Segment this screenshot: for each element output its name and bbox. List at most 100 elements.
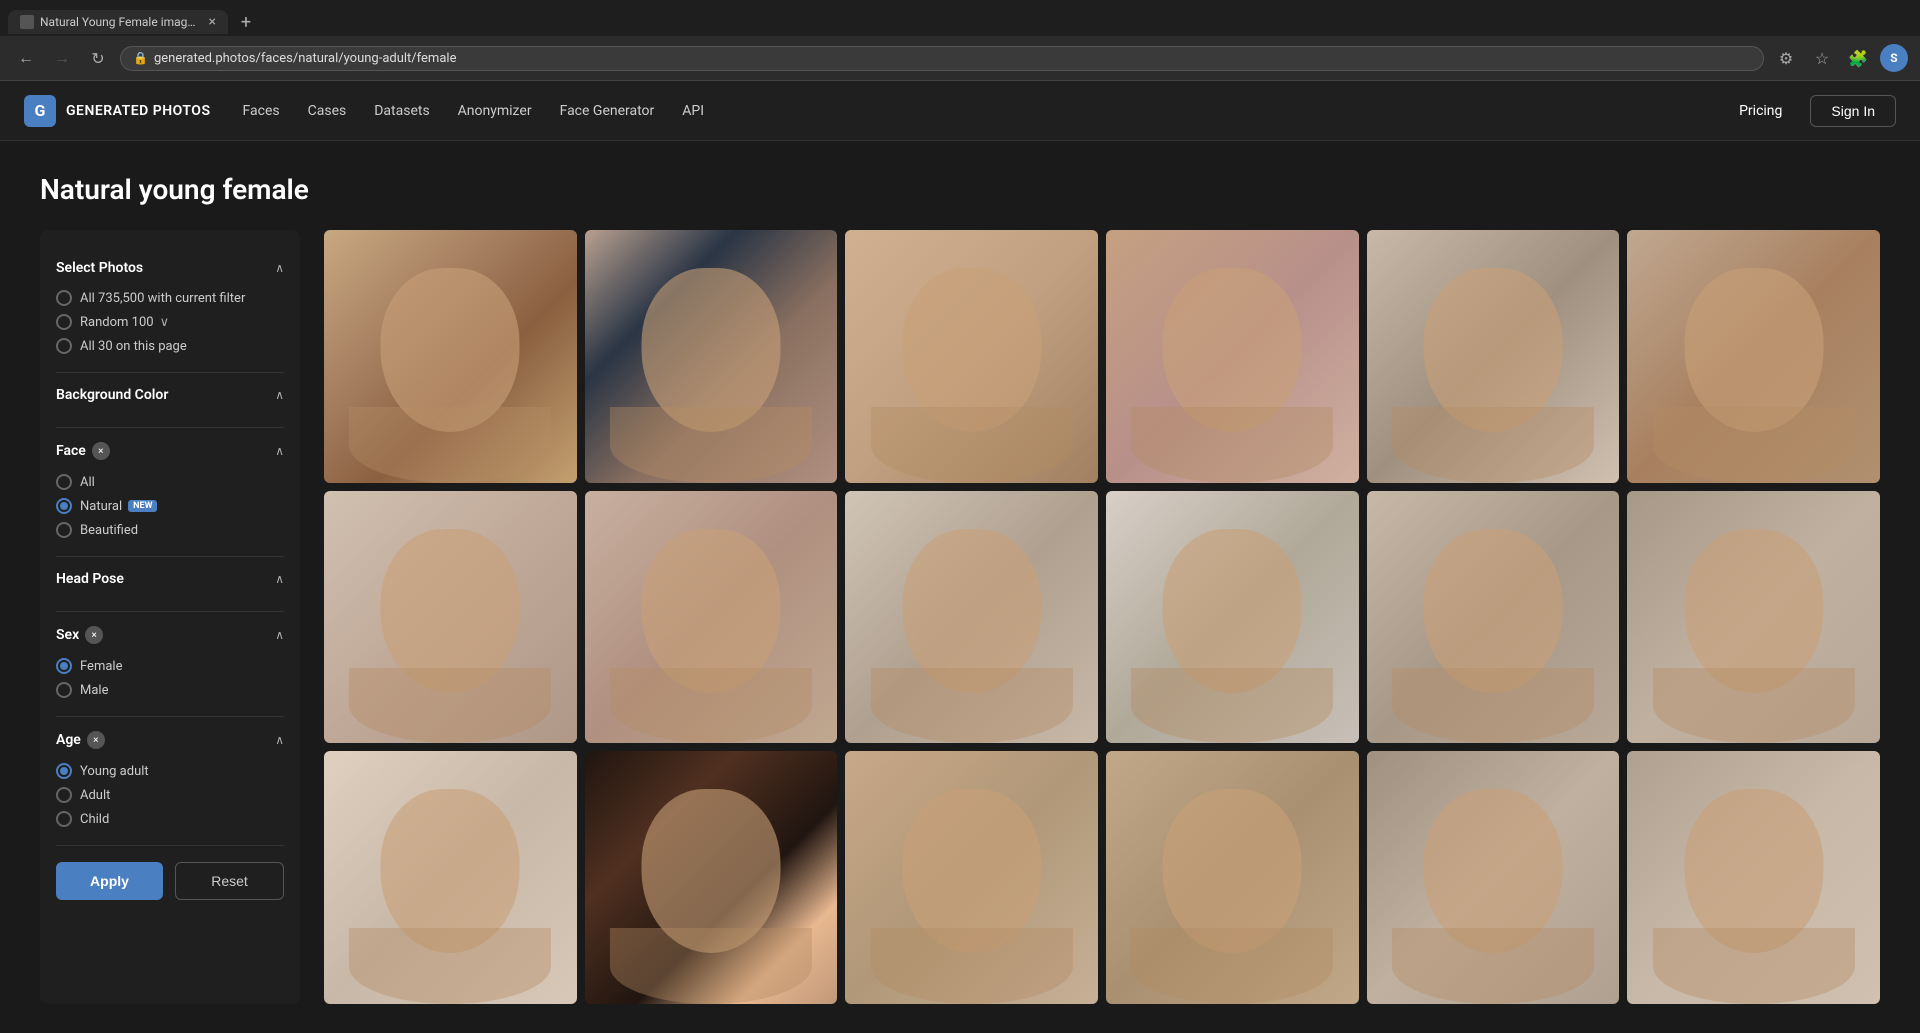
pricing-button[interactable]: Pricing bbox=[1723, 97, 1798, 125]
photo-item-6[interactable] bbox=[1627, 230, 1880, 483]
face-image-15 bbox=[845, 751, 1098, 1004]
content-layout: Select Photos ∧ All 735,500 with current… bbox=[40, 230, 1880, 1004]
head-pose-header[interactable]: Head Pose ∧ bbox=[56, 571, 284, 587]
nav-faces[interactable]: Faces bbox=[243, 103, 280, 119]
option-face-natural[interactable]: Natural NEW bbox=[56, 494, 284, 518]
new-tab-button[interactable]: + bbox=[232, 8, 260, 36]
radio-age-child bbox=[56, 811, 72, 827]
logo-text: GENERATED PHOTOS bbox=[66, 103, 211, 119]
age-clear-badge[interactable]: × bbox=[87, 731, 105, 749]
app-header: G GENERATED PHOTOS Faces Cases Datasets … bbox=[0, 81, 1920, 141]
background-color-header[interactable]: Background Color ∧ bbox=[56, 387, 284, 403]
face-image-13 bbox=[324, 751, 577, 1004]
photo-item-2[interactable] bbox=[585, 230, 838, 483]
refresh-button[interactable]: ↻ bbox=[84, 44, 112, 72]
forward-button[interactable]: → bbox=[48, 44, 76, 72]
option-all-30[interactable]: All 30 on this page bbox=[56, 334, 284, 358]
photo-item-8[interactable] bbox=[585, 491, 838, 744]
photo-item-10[interactable] bbox=[1106, 491, 1359, 744]
select-photos-chevron: ∧ bbox=[275, 261, 284, 275]
nav-api[interactable]: API bbox=[682, 103, 704, 119]
radio-random-100 bbox=[56, 314, 72, 330]
radio-face-all bbox=[56, 474, 72, 490]
radio-age-adult bbox=[56, 787, 72, 803]
sex-clear-badge[interactable]: × bbox=[85, 626, 103, 644]
apply-reset-row: Apply Reset bbox=[56, 846, 284, 900]
signin-button[interactable]: Sign In bbox=[1810, 95, 1896, 127]
sidebar: Select Photos ∧ All 735,500 with current… bbox=[40, 230, 300, 1004]
active-tab[interactable]: Natural Young Female images | × bbox=[8, 10, 228, 34]
nav-datasets[interactable]: Datasets bbox=[374, 103, 429, 119]
address-bar[interactable]: 🔒 generated.photos/faces/natural/young-a… bbox=[120, 46, 1764, 71]
label-random-100: Random 100 ∨ bbox=[80, 315, 169, 330]
radio-sex-male bbox=[56, 682, 72, 698]
nav-anonymizer[interactable]: Anonymizer bbox=[458, 103, 532, 119]
photo-item-1[interactable] bbox=[324, 230, 577, 483]
option-age-child[interactable]: Child bbox=[56, 807, 284, 831]
tab-close-icon[interactable]: × bbox=[209, 14, 216, 30]
new-badge: NEW bbox=[128, 500, 157, 512]
extensions-icon[interactable]: ⚙ bbox=[1772, 44, 1800, 72]
tab-title: Natural Young Female images | bbox=[40, 15, 199, 29]
apply-button[interactable]: Apply bbox=[56, 862, 163, 900]
age-header[interactable]: Age × ∧ bbox=[56, 731, 284, 749]
face-image-4 bbox=[1106, 230, 1359, 483]
photo-item-9[interactable] bbox=[845, 491, 1098, 744]
head-pose-title: Head Pose bbox=[56, 571, 124, 587]
option-age-adult[interactable]: Adult bbox=[56, 783, 284, 807]
photo-item-13[interactable] bbox=[324, 751, 577, 1004]
face-header-left: Face × bbox=[56, 442, 110, 460]
photo-item-4[interactable] bbox=[1106, 230, 1359, 483]
age-header-left: Age × bbox=[56, 731, 105, 749]
browser-tabs: Natural Young Female images | × + bbox=[0, 0, 1920, 36]
bookmark-icon[interactable]: ☆ bbox=[1808, 44, 1836, 72]
select-photos-header[interactable]: Select Photos ∧ bbox=[56, 260, 284, 276]
photo-item-17[interactable] bbox=[1367, 751, 1620, 1004]
option-all-filter[interactable]: All 735,500 with current filter bbox=[56, 286, 284, 310]
puzzle-icon[interactable]: 🧩 bbox=[1844, 44, 1872, 72]
nav-cases[interactable]: Cases bbox=[308, 103, 347, 119]
photo-item-5[interactable] bbox=[1367, 230, 1620, 483]
back-button[interactable]: ← bbox=[12, 44, 40, 72]
label-all-filter: All 735,500 with current filter bbox=[80, 291, 245, 306]
label-sex-female: Female bbox=[80, 659, 122, 674]
photo-item-12[interactable] bbox=[1627, 491, 1880, 744]
face-image-5 bbox=[1367, 230, 1620, 483]
background-color-title: Background Color bbox=[56, 387, 168, 403]
face-image-2 bbox=[585, 230, 838, 483]
face-clear-badge[interactable]: × bbox=[92, 442, 110, 460]
profile-avatar[interactable]: S bbox=[1880, 44, 1908, 72]
face-image-8 bbox=[585, 491, 838, 744]
radio-face-natural bbox=[56, 498, 72, 514]
age-section: Age × ∧ Young adult Adult Child bbox=[56, 717, 284, 846]
background-color-chevron: ∧ bbox=[275, 388, 284, 402]
option-age-young-adult[interactable]: Young adult bbox=[56, 759, 284, 783]
photo-item-7[interactable] bbox=[324, 491, 577, 744]
tab-favicon bbox=[20, 15, 34, 29]
face-image-18 bbox=[1627, 751, 1880, 1004]
photo-item-16[interactable] bbox=[1106, 751, 1359, 1004]
face-title: Face bbox=[56, 443, 86, 459]
face-image-1 bbox=[324, 230, 577, 483]
face-image-16 bbox=[1106, 751, 1359, 1004]
photo-item-14[interactable] bbox=[585, 751, 838, 1004]
reset-button[interactable]: Reset bbox=[175, 862, 284, 900]
main-content: Natural young female Select Photos ∧ All… bbox=[0, 141, 1920, 1004]
radio-face-beautified bbox=[56, 522, 72, 538]
option-sex-female[interactable]: Female bbox=[56, 654, 284, 678]
sex-header[interactable]: Sex × ∧ bbox=[56, 626, 284, 644]
photo-item-15[interactable] bbox=[845, 751, 1098, 1004]
photo-item-18[interactable] bbox=[1627, 751, 1880, 1004]
face-image-17 bbox=[1367, 751, 1620, 1004]
label-age-young-adult: Young adult bbox=[80, 764, 149, 779]
photo-item-11[interactable] bbox=[1367, 491, 1620, 744]
photo-item-3[interactable] bbox=[845, 230, 1098, 483]
app-logo[interactable]: G GENERATED PHOTOS bbox=[24, 95, 211, 127]
option-face-beautified[interactable]: Beautified bbox=[56, 518, 284, 542]
option-face-all[interactable]: All bbox=[56, 470, 284, 494]
nav-face-generator[interactable]: Face Generator bbox=[560, 103, 655, 119]
face-header[interactable]: Face × ∧ bbox=[56, 442, 284, 460]
radio-sex-female bbox=[56, 658, 72, 674]
option-sex-male[interactable]: Male bbox=[56, 678, 284, 702]
option-random-100[interactable]: Random 100 ∨ bbox=[56, 310, 284, 334]
